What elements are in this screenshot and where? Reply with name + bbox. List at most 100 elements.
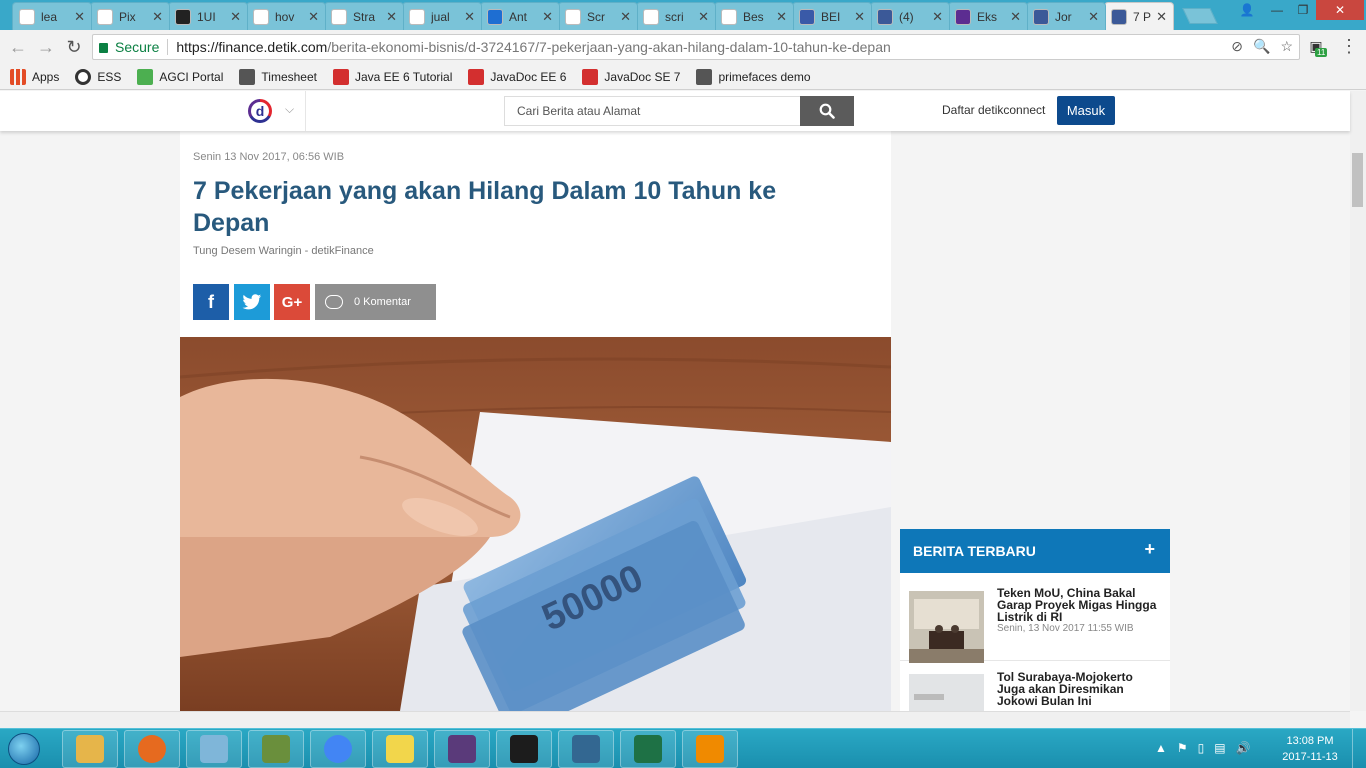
news-title[interactable]: Teken MoU, China Bakal Garap Proyek Miga…: [997, 587, 1163, 623]
browser-tab[interactable]: scri ✕: [636, 2, 716, 30]
clock[interactable]: 13:08 PM 2017-11-13: [1280, 733, 1340, 765]
bookmark-item[interactable]: ESS: [75, 68, 121, 85]
browser-tab[interactable]: lea ✕: [12, 2, 92, 30]
news-thumbnail: [909, 591, 984, 663]
browser-tab[interactable]: Stra ✕: [324, 2, 404, 30]
profile-icon[interactable]: 👤: [1236, 0, 1258, 20]
taskbar-app-button[interactable]: [620, 730, 676, 768]
close-tab-icon[interactable]: ✕: [386, 9, 397, 25]
bookmark-item[interactable]: primefaces demo: [696, 68, 811, 85]
comments-button[interactable]: 0 Komentar: [315, 284, 436, 320]
horizontal-scrollbar[interactable]: [0, 711, 1350, 728]
maximize-button[interactable]: ❐: [1290, 0, 1316, 20]
show-hidden-icons-icon[interactable]: ▲: [1155, 741, 1167, 755]
close-tab-icon[interactable]: ✕: [698, 9, 709, 25]
latest-news-widget: BERITA TERBARU + Teken MoU, China Bakal …: [900, 529, 1170, 711]
browser-tab[interactable]: 7 P ✕: [1104, 2, 1174, 30]
close-tab-icon[interactable]: ✕: [1010, 9, 1021, 25]
header-divider: [305, 91, 306, 131]
chrome-icon: [324, 735, 352, 763]
close-tab-icon[interactable]: ✕: [74, 9, 85, 25]
search-input[interactable]: Cari Berita atau Alamat: [504, 96, 801, 126]
taskbar-app-button[interactable]: [372, 730, 428, 768]
share-facebook-button[interactable]: f: [193, 284, 229, 320]
login-button[interactable]: Masuk: [1057, 96, 1115, 125]
news-item[interactable]: Tol Surabaya-Mojokerto Juga akan Diresmi…: [900, 664, 1170, 711]
browser-tab[interactable]: Bes ✕: [714, 2, 794, 30]
translate-icon[interactable]: ⊘: [1231, 38, 1243, 55]
close-tab-icon[interactable]: ✕: [932, 9, 943, 25]
windows-taskbar: ▲ ⚑ ▯ ▤ 🔊 13:08 PM 2017-11-13: [0, 728, 1366, 768]
taskbar-app-button[interactable]: [248, 730, 304, 768]
close-tab-icon[interactable]: ✕: [620, 9, 631, 25]
browser-tab[interactable]: hov ✕: [246, 2, 326, 30]
close-tab-icon[interactable]: ✕: [854, 9, 865, 25]
close-tab-icon[interactable]: ✕: [152, 9, 163, 25]
close-tab-icon[interactable]: ✕: [542, 9, 553, 25]
browser-tab[interactable]: jual ✕: [402, 2, 482, 30]
bookmark-label: Apps: [32, 69, 60, 84]
taskbar-app-button[interactable]: [62, 730, 118, 768]
info-icon: [175, 8, 191, 25]
show-desktop-button[interactable]: [1352, 729, 1366, 768]
detik-logo[interactable]: d: [248, 99, 272, 123]
close-tab-icon[interactable]: ✕: [1088, 9, 1099, 25]
zoom-icon[interactable]: 🔍: [1253, 38, 1270, 55]
taskbar-app-button[interactable]: [310, 730, 366, 768]
expand-icon[interactable]: +: [1144, 539, 1155, 560]
flag-icon[interactable]: ⚑: [1177, 741, 1188, 755]
browser-tab[interactable]: Jor ✕: [1026, 2, 1106, 30]
menu-icon[interactable]: ⋮: [1340, 36, 1358, 57]
new-tab-button[interactable]: [1182, 8, 1218, 24]
register-link[interactable]: Daftar detikconnect: [942, 103, 1045, 117]
close-window-button[interactable]: ✕: [1316, 0, 1364, 20]
chevron-down-icon[interactable]: ⌵: [285, 102, 294, 117]
share-google-button[interactable]: G+: [274, 284, 310, 320]
forward-button[interactable]: →: [32, 33, 60, 61]
network-icon[interactable]: ▤: [1214, 741, 1225, 755]
close-tab-icon[interactable]: ✕: [308, 9, 319, 25]
browser-tab[interactable]: (4) ✕: [870, 2, 950, 30]
volume-icon[interactable]: 🔊: [1236, 741, 1251, 755]
browser-tab[interactable]: Eks ✕: [948, 2, 1028, 30]
taskbar-app-button[interactable]: [434, 730, 490, 768]
apps-grid-icon: [10, 68, 26, 85]
taskbar-app-button[interactable]: [124, 730, 180, 768]
bookmark-item[interactable]: AGCI Portal: [137, 68, 223, 85]
close-tab-icon[interactable]: ✕: [230, 9, 241, 25]
close-tab-icon[interactable]: ✕: [464, 9, 475, 25]
taskbar-app-button[interactable]: [682, 730, 738, 768]
address-bar[interactable]: Secure https://finance.detik.com/berita-…: [92, 34, 1300, 60]
bookmark-item[interactable]: Java EE 6 Tutorial: [332, 68, 452, 85]
close-tab-icon[interactable]: ✕: [1156, 9, 1167, 25]
browser-tab[interactable]: Pix ✕: [90, 2, 170, 30]
scrollbar-thumb[interactable]: [1352, 153, 1363, 207]
facebook-icon: f: [208, 291, 214, 312]
taskbar-app-button[interactable]: [186, 730, 242, 768]
taskbar-app-button[interactable]: [496, 730, 552, 768]
news-title[interactable]: Tol Surabaya-Mojokerto Juga akan Diresmi…: [997, 671, 1163, 707]
taskbar-app-button[interactable]: [558, 730, 614, 768]
start-button[interactable]: [2, 730, 46, 768]
tab-label: lea: [41, 9, 58, 24]
browser-tab[interactable]: Ant ✕: [480, 2, 560, 30]
extension-icon[interactable]: ▣ 11: [1306, 36, 1328, 57]
browser-tab[interactable]: 1UI ✕: [168, 2, 248, 30]
bookmark-item[interactable]: Apps: [10, 68, 60, 85]
browser-tab[interactable]: Scr ✕: [558, 2, 638, 30]
bookmark-item[interactable]: Timesheet: [239, 68, 317, 85]
close-tab-icon[interactable]: ✕: [776, 9, 787, 25]
bookmark-star-icon[interactable]: ☆: [1280, 38, 1293, 55]
minimize-button[interactable]: —: [1264, 0, 1290, 20]
tab-label: 7 P: [1133, 9, 1152, 24]
bookmark-item[interactable]: JavaDoc EE 6: [468, 68, 566, 85]
search-button[interactable]: [800, 96, 854, 126]
secure-indicator[interactable]: Secure: [99, 39, 159, 55]
browser-tab[interactable]: BEI ✕: [792, 2, 872, 30]
reload-button[interactable]: ↻: [60, 33, 88, 61]
news-item[interactable]: Teken MoU, China Bakal Garap Proyek Miga…: [900, 573, 1170, 663]
share-twitter-button[interactable]: [234, 284, 270, 320]
back-button[interactable]: ←: [4, 33, 32, 61]
bookmark-item[interactable]: JavaDoc SE 7: [582, 68, 680, 85]
device-icon[interactable]: ▯: [1198, 741, 1205, 755]
